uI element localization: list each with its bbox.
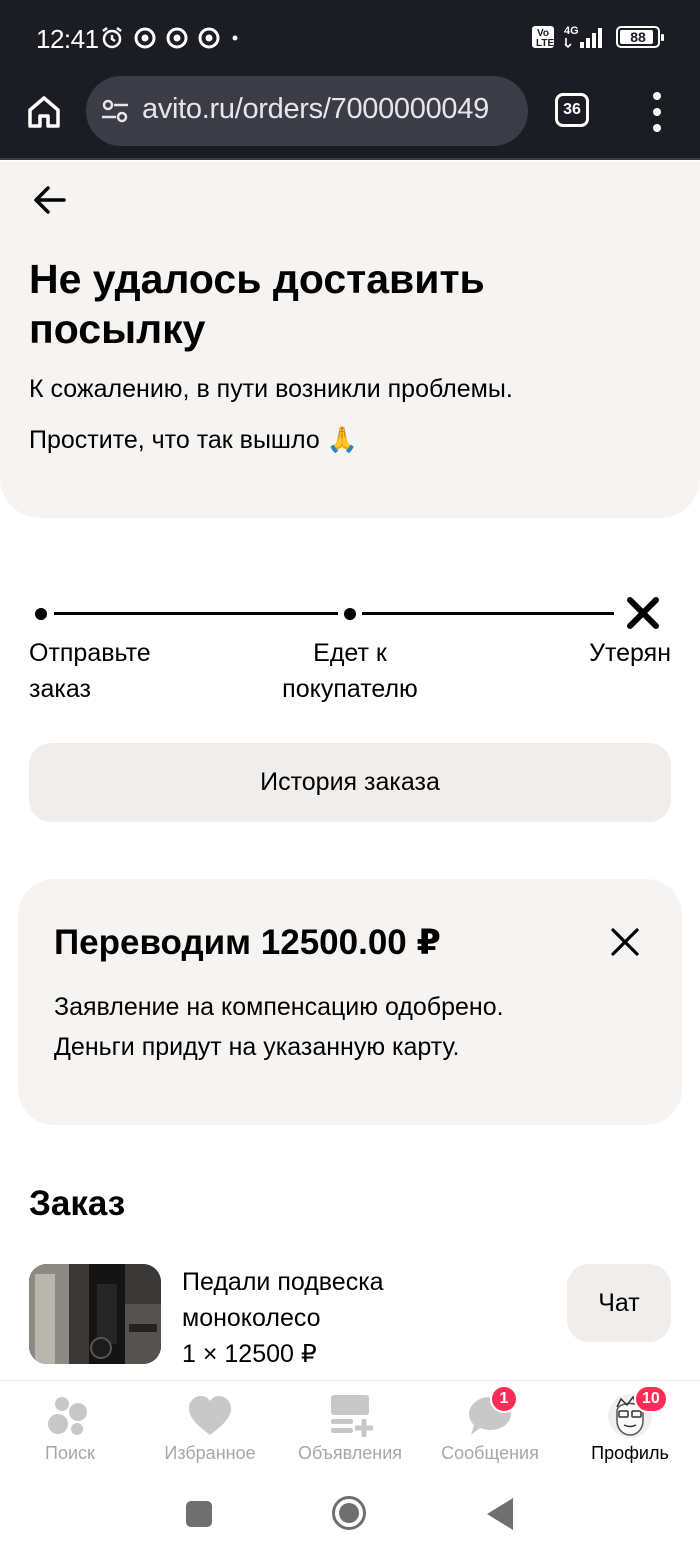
status-time: 12:41: [36, 24, 99, 54]
chrome-icon: [134, 27, 156, 49]
messages-badge: 1: [490, 1385, 518, 1413]
problem-description: К сожалению, в пути возникли проблемы.: [29, 375, 513, 403]
chrome-icon: [198, 27, 220, 49]
chrome-icon: [166, 27, 188, 49]
status-header-card: Не удалось доставить посылку К сожалению…: [0, 162, 700, 518]
step-label-shipped: Отправьте заказ: [29, 639, 151, 703]
chat-button[interactable]: Чат: [567, 1264, 671, 1342]
product-quantity-price: 1 × 12500 ₽: [182, 1340, 317, 1368]
address-bar[interactable]: avito.ru/orders/7000000049: [86, 76, 528, 146]
profile-badge: 10: [634, 1385, 668, 1413]
volte-icon: Vo LTE: [532, 26, 554, 49]
delivery-progress-stepper: Отправьте заказ Едет к покупателю Утерян: [0, 590, 700, 710]
tab-label: Профиль: [591, 1443, 669, 1463]
recents-button[interactable]: [186, 1501, 212, 1527]
compensation-card-text: Деньги придут на указанную карту.: [54, 1033, 460, 1061]
status-right-icons: Vo LTE 4G 88: [532, 24, 664, 50]
system-navigation-bar: [0, 1476, 700, 1556]
bottom-tab-bar: Поиск Избранное Объявления 1 Сообщения 1…: [0, 1380, 700, 1476]
home-button[interactable]: [332, 1496, 366, 1530]
battery-level: 88: [630, 29, 646, 45]
compensation-card: Переводим 12500.00 ₽ Заявление на компен…: [18, 879, 682, 1125]
browser-menu-icon[interactable]: [650, 92, 664, 132]
compensation-title: Переводим 12500.00 ₽: [54, 923, 441, 962]
alarm-icon: [102, 27, 122, 49]
signal-4g-icon: 4G: [564, 25, 602, 49]
step-label-in-transit: Едет к покупателю: [282, 639, 418, 703]
product-image[interactable]: [29, 1264, 161, 1364]
back-button[interactable]: [487, 1498, 513, 1530]
notification-icons: [100, 26, 240, 50]
close-icon[interactable]: [610, 927, 640, 957]
product-name[interactable]: Педали подвеска моноколесо: [182, 1264, 502, 1336]
search-dots-icon: [48, 1397, 87, 1435]
listing-add-icon: [331, 1395, 373, 1437]
compensation-approved-text: Заявление на компенсацию одобрено.: [54, 993, 504, 1021]
tab-label: Объявления: [297, 1443, 403, 1463]
apology-text: Простите, что так вышло 🙏: [29, 426, 358, 454]
lost-cross-icon: [627, 597, 659, 629]
home-icon[interactable]: [24, 92, 64, 132]
step-dot-in-transit: [344, 608, 356, 620]
tab-profile[interactable]: 10 Профиль: [560, 1381, 700, 1477]
step-connector: [54, 612, 338, 615]
battery-icon: 88: [616, 26, 664, 48]
status-bar: 12:41 Vo LTE 4G 88: [0, 0, 700, 72]
tab-switcher-button[interactable]: 36: [555, 93, 589, 127]
url-text[interactable]: avito.ru/orders/7000000049: [142, 93, 489, 126]
tab-label: Избранное: [164, 1443, 256, 1463]
tab-label: Поиск: [45, 1443, 95, 1463]
tab-label: Сообщения: [441, 1443, 539, 1463]
heart-icon: [189, 1396, 231, 1435]
tab-favorites[interactable]: Избранное: [140, 1381, 280, 1477]
browser-toolbar: avito.ru/orders/7000000049 36: [0, 72, 700, 160]
tab-search[interactable]: Поиск: [0, 1381, 140, 1477]
site-settings-icon[interactable]: [100, 96, 130, 126]
back-arrow-icon[interactable]: [30, 180, 70, 220]
more-notifications-dot-icon: [232, 35, 238, 41]
order-heading: Заказ: [29, 1184, 126, 1223]
tab-messages[interactable]: 1 Сообщения: [420, 1381, 560, 1477]
tab-listings[interactable]: Объявления: [280, 1381, 420, 1477]
step-dot-shipped: [35, 608, 47, 620]
svg-text:4G: 4G: [564, 25, 579, 37]
page-title: Не удалось доставить посылку: [29, 256, 485, 352]
step-connector: [362, 612, 614, 615]
order-history-button[interactable]: История заказа: [29, 743, 671, 822]
step-label-lost: Утерян: [589, 639, 671, 667]
